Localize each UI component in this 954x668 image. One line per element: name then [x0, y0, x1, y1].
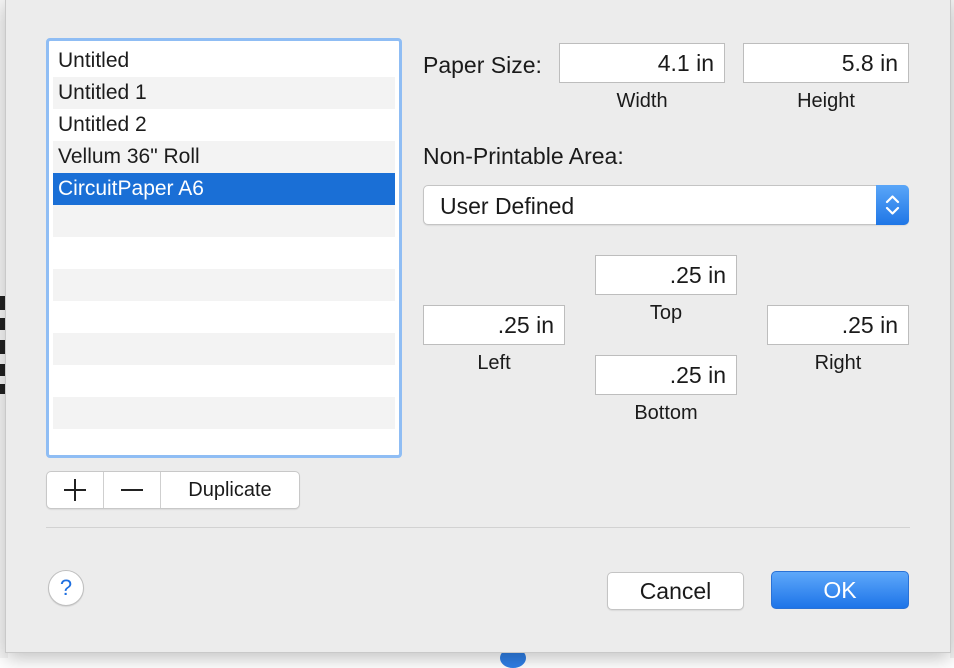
paper-width-label: Width	[616, 90, 668, 112]
add-paper-button[interactable]	[47, 472, 104, 508]
plus-icon	[64, 479, 86, 501]
paper-list-item[interactable]: CircuitPaper A6	[53, 173, 395, 205]
right-margin-field[interactable]: .25 in	[767, 305, 909, 345]
left-margin-field[interactable]: .25 in	[423, 305, 565, 345]
top-margin-field[interactable]: .25 in	[595, 255, 737, 295]
help-button[interactable]: ?	[48, 570, 84, 606]
bottom-margin-label: Bottom	[634, 402, 698, 424]
top-margin-label: Top	[649, 302, 683, 324]
paper-height-label: Height	[797, 90, 855, 112]
select-stepper-icon	[876, 185, 909, 225]
left-margin-label: Left	[477, 352, 511, 374]
right-margin-label: Right	[814, 352, 862, 374]
list-button-bar: Duplicate	[46, 471, 300, 509]
paper-list-empty-row	[53, 205, 395, 237]
non-printable-area-select[interactable]: User Defined	[423, 185, 909, 225]
remove-paper-button[interactable]	[104, 472, 161, 508]
paper-list-item[interactable]: Untitled 1	[53, 77, 395, 109]
minus-icon	[121, 479, 143, 501]
paper-list-empty-row	[53, 429, 395, 451]
bottom-margin-field[interactable]: .25 in	[595, 355, 737, 395]
background-window-edge-right	[950, 0, 954, 658]
paper-list-item[interactable]: Untitled 2	[53, 109, 395, 141]
paper-list-empty-row	[53, 301, 395, 333]
duplicate-button[interactable]: Duplicate	[161, 472, 299, 508]
paper-size-label: Paper Size:	[423, 52, 542, 78]
non-printable-area-label: Non-Printable Area:	[423, 143, 624, 169]
paper-size-dialog: Untitled Untitled 1 Untitled 2 Vellum 36" R…	[6, 0, 950, 652]
footer-divider	[46, 527, 910, 528]
paper-list-empty-row	[53, 397, 395, 429]
paper-list-rows: Untitled Untitled 1 Untitled 2 Vellum 36" R…	[53, 45, 395, 451]
paper-width-field[interactable]: 4.1 in	[559, 43, 725, 83]
paper-list[interactable]: Untitled Untitled 1 Untitled 2 Vellum 36" R…	[46, 38, 402, 458]
paper-height-field[interactable]: 5.8 in	[743, 43, 909, 83]
paper-list-empty-row	[53, 365, 395, 397]
paper-list-item[interactable]: Vellum 36" Roll	[53, 141, 395, 173]
paper-list-empty-row	[53, 237, 395, 269]
ok-button[interactable]: OK	[771, 571, 909, 609]
paper-list-empty-row	[53, 269, 395, 301]
paper-list-empty-row	[53, 333, 395, 365]
paper-list-item[interactable]: Untitled	[53, 45, 395, 77]
cancel-button[interactable]: Cancel	[607, 572, 744, 610]
non-printable-area-value: User Defined	[440, 193, 575, 219]
